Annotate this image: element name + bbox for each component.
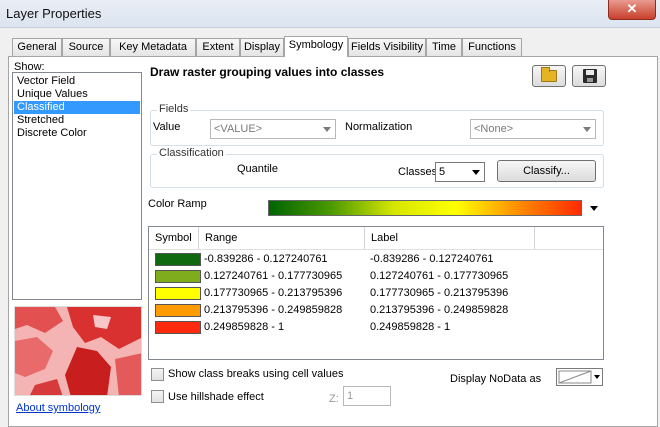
color-ramp-label: Color Ramp	[148, 198, 207, 210]
class-label[interactable]: 0.177730965 - 0.213795396	[370, 285, 508, 302]
classification-legend: Classification	[157, 147, 226, 159]
show-item-classified[interactable]: Classified	[14, 101, 140, 114]
class-color-swatch[interactable]	[155, 253, 201, 266]
chevron-down-icon	[583, 127, 591, 132]
class-range[interactable]: 0.127240761 - 0.177730965	[204, 268, 342, 285]
class-color-swatch[interactable]	[155, 304, 201, 317]
class-label[interactable]: 0.127240761 - 0.177730965	[370, 268, 508, 285]
use-hillshade-label: Use hillshade effect	[168, 391, 264, 403]
table-row[interactable]: 0.127240761 - 0.177730965 0.127240761 - …	[149, 268, 603, 285]
col-header-label[interactable]: Label	[365, 227, 535, 249]
tab-display[interactable]: Display	[240, 38, 284, 56]
show-item-discrete-color[interactable]: Discrete Color	[14, 127, 140, 140]
symbology-preview-image	[14, 306, 142, 396]
class-range[interactable]: -0.839286 - 0.127240761	[204, 251, 328, 268]
z-factor-label: Z:	[329, 393, 339, 405]
col-header-range[interactable]: Range	[199, 227, 365, 249]
class-color-swatch[interactable]	[155, 270, 201, 283]
class-color-swatch[interactable]	[155, 287, 201, 300]
show-item-vector-field[interactable]: Vector Field	[14, 75, 140, 88]
table-row[interactable]: 0.213795396 - 0.249859828 0.213795396 - …	[149, 302, 603, 319]
tab-key-metadata[interactable]: Key Metadata	[110, 38, 196, 56]
color-ramp-dropdown-icon[interactable]	[590, 206, 598, 211]
open-layer-file-button[interactable]	[532, 65, 566, 87]
table-row[interactable]: 0.249859828 - 1 0.249859828 - 1	[149, 319, 603, 336]
z-factor-input[interactable]: 1	[343, 386, 391, 406]
renderer-description: Draw raster grouping values into classes	[150, 65, 385, 79]
z-factor-value: 1	[347, 390, 354, 402]
tab-fields-visibility[interactable]: Fields Visibility	[348, 38, 426, 56]
class-label[interactable]: 0.213795396 - 0.249859828	[370, 302, 508, 319]
value-field-select[interactable]: <VALUE>	[210, 119, 336, 139]
chevron-down-icon	[323, 127, 331, 132]
color-ramp-select[interactable]	[268, 200, 582, 216]
class-color-swatch[interactable]	[155, 321, 201, 334]
classify-button[interactable]: Classify...	[497, 160, 596, 182]
save-layer-file-button[interactable]	[572, 65, 606, 87]
class-label[interactable]: -0.839286 - 0.127240761	[370, 251, 494, 268]
tab-symbology[interactable]: Symbology	[284, 36, 348, 57]
fields-legend: Fields	[157, 103, 191, 115]
nodata-label: Display NoData as	[450, 373, 542, 385]
normalization-selected: <None>	[474, 123, 514, 135]
tab-time[interactable]: Time	[426, 38, 462, 56]
folder-open-icon	[541, 67, 557, 82]
classification-method: Quantile	[237, 163, 278, 175]
classes-label: Classes	[398, 166, 438, 178]
symbol-class-table[interactable]: Symbol Range Label -0.839286 - 0.1272407…	[148, 226, 604, 360]
col-header-symbol[interactable]: Symbol	[149, 227, 199, 249]
tab-general[interactable]: General	[12, 38, 62, 56]
nodata-color-select[interactable]	[556, 368, 603, 386]
value-label: Value	[153, 121, 181, 133]
classes-count-select[interactable]: 5	[435, 162, 485, 182]
chevron-down-icon	[472, 170, 480, 175]
show-item-unique-values[interactable]: Unique Values	[14, 88, 140, 101]
tab-functions[interactable]: Functions	[462, 38, 522, 56]
show-list[interactable]: Vector Field Unique Values Classified St…	[12, 72, 142, 300]
preview-map-graphic	[15, 307, 141, 395]
class-range[interactable]: 0.213795396 - 0.249859828	[204, 302, 342, 319]
title-bar: Layer Properties ✕	[0, 0, 660, 28]
table-row[interactable]: -0.839286 - 0.127240761 -0.839286 - 0.12…	[149, 251, 603, 268]
table-row[interactable]: 0.177730965 - 0.213795396 0.177730965 - …	[149, 285, 603, 302]
normalization-label: Normalization	[345, 121, 413, 133]
nodata-swatch-icon	[558, 370, 592, 384]
about-symbology-link[interactable]: About symbology	[16, 402, 100, 414]
value-field-selected: <VALUE>	[214, 123, 263, 135]
window-title: Layer Properties	[6, 6, 102, 21]
close-button[interactable]: ✕	[608, 0, 656, 20]
use-hillshade-checkbox[interactable]	[151, 390, 164, 403]
class-range[interactable]: 0.177730965 - 0.213795396	[204, 285, 342, 302]
class-range[interactable]: 0.249859828 - 1	[204, 319, 284, 336]
class-label[interactable]: 0.249859828 - 1	[370, 319, 450, 336]
tab-extent[interactable]: Extent	[196, 38, 240, 56]
normalization-select[interactable]: <None>	[470, 119, 596, 139]
save-disk-icon	[583, 69, 597, 83]
chevron-down-icon	[594, 375, 600, 379]
show-class-breaks-label: Show class breaks using cell values	[168, 368, 344, 380]
show-item-stretched[interactable]: Stretched	[14, 114, 140, 127]
tab-source[interactable]: Source	[62, 38, 110, 56]
classes-count-value: 5	[439, 166, 446, 178]
close-icon: ✕	[626, 1, 638, 16]
show-class-breaks-checkbox[interactable]	[151, 368, 164, 381]
